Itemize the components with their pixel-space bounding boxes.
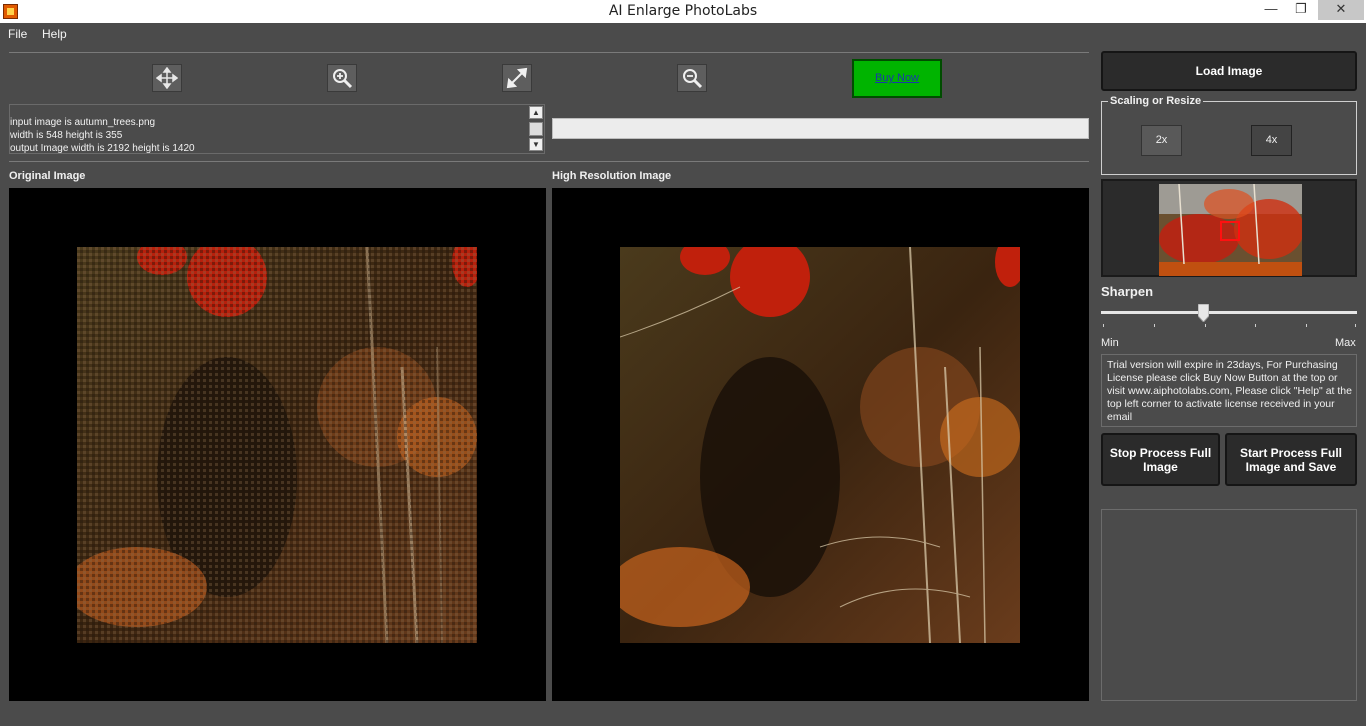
- navigator-thumbnail[interactable]: [1101, 179, 1357, 277]
- high-resolution-image-pane[interactable]: [552, 188, 1089, 701]
- window-title: AI Enlarge PhotoLabs: [608, 3, 758, 19]
- scaling-group: Scaling or Resize 2x 4x: [1101, 95, 1357, 175]
- scaling-legend: Scaling or Resize: [1108, 95, 1204, 107]
- move-arrows-icon: [156, 67, 178, 89]
- original-image-pane[interactable]: [9, 188, 546, 701]
- log-scrollbar[interactable]: ▲ ▼: [528, 105, 544, 153]
- start-process-save-button[interactable]: Start Process Full Image and Save: [1225, 433, 1357, 486]
- scale-4x-button[interactable]: 4x: [1251, 125, 1292, 156]
- minimize-icon[interactable]: —: [1256, 0, 1286, 20]
- stop-process-button[interactable]: Stop Process Full Image: [1101, 433, 1220, 486]
- pan-button[interactable]: [152, 64, 182, 92]
- slider-tick: [1103, 324, 1104, 327]
- zoom-out-button[interactable]: [677, 64, 707, 92]
- panes-divider: [9, 161, 1089, 162]
- slider-tick: [1154, 324, 1155, 327]
- high-resolution-image-label: High Resolution Image: [552, 170, 672, 182]
- restore-icon[interactable]: ❐: [1286, 0, 1316, 20]
- fit-screen-button[interactable]: [502, 64, 532, 92]
- menu-bar: File Help: [0, 23, 1366, 45]
- log-line: width is 548 height is 355: [10, 130, 123, 141]
- sharpen-slider-thumb[interactable]: [1198, 304, 1209, 322]
- info-log: input image is autumn_trees.png width is…: [9, 104, 545, 154]
- sharpen-label: Sharpen: [1101, 284, 1154, 299]
- scroll-up-icon[interactable]: ▲: [529, 106, 543, 119]
- sharpen-max-label: Max: [1335, 337, 1356, 349]
- zoom-in-icon: [333, 69, 353, 89]
- scroll-thumb[interactable]: [529, 122, 543, 136]
- original-image-label: Original Image: [9, 170, 86, 182]
- sharpen-min-label: Min: [1101, 337, 1119, 349]
- menu-help[interactable]: Help: [42, 27, 67, 41]
- sharpen-slider-track[interactable]: [1101, 311, 1357, 314]
- thumbnail-image: [1159, 184, 1302, 276]
- scale-2x-button[interactable]: 2x: [1141, 125, 1182, 156]
- zoom-in-button[interactable]: [327, 64, 357, 92]
- slider-tick: [1355, 324, 1356, 327]
- load-image-button[interactable]: Load Image: [1101, 51, 1357, 91]
- empty-panel: [1101, 509, 1357, 701]
- progress-bar: [552, 118, 1089, 139]
- toolbar-divider: [9, 52, 1089, 53]
- zoom-out-icon: [683, 69, 703, 89]
- high-resolution-image: [620, 247, 1020, 643]
- menu-file[interactable]: File: [8, 27, 27, 41]
- log-line: input image is autumn_trees.png: [10, 117, 156, 128]
- close-icon[interactable]: ✕: [1318, 0, 1364, 20]
- log-line: output Image width is 2192 height is 142…: [10, 143, 195, 154]
- slider-tick: [1255, 324, 1256, 327]
- original-image: [77, 247, 477, 643]
- slider-tick: [1205, 324, 1206, 327]
- buy-now-button[interactable]: Buy Now: [852, 59, 942, 98]
- expand-icon: [506, 67, 528, 89]
- title-bar: AI Enlarge PhotoLabs — ❐ ✕: [0, 0, 1366, 23]
- scroll-down-icon[interactable]: ▼: [529, 138, 543, 151]
- trial-notice: Trial version will expire in 23days, For…: [1101, 354, 1357, 427]
- slider-tick: [1306, 324, 1307, 327]
